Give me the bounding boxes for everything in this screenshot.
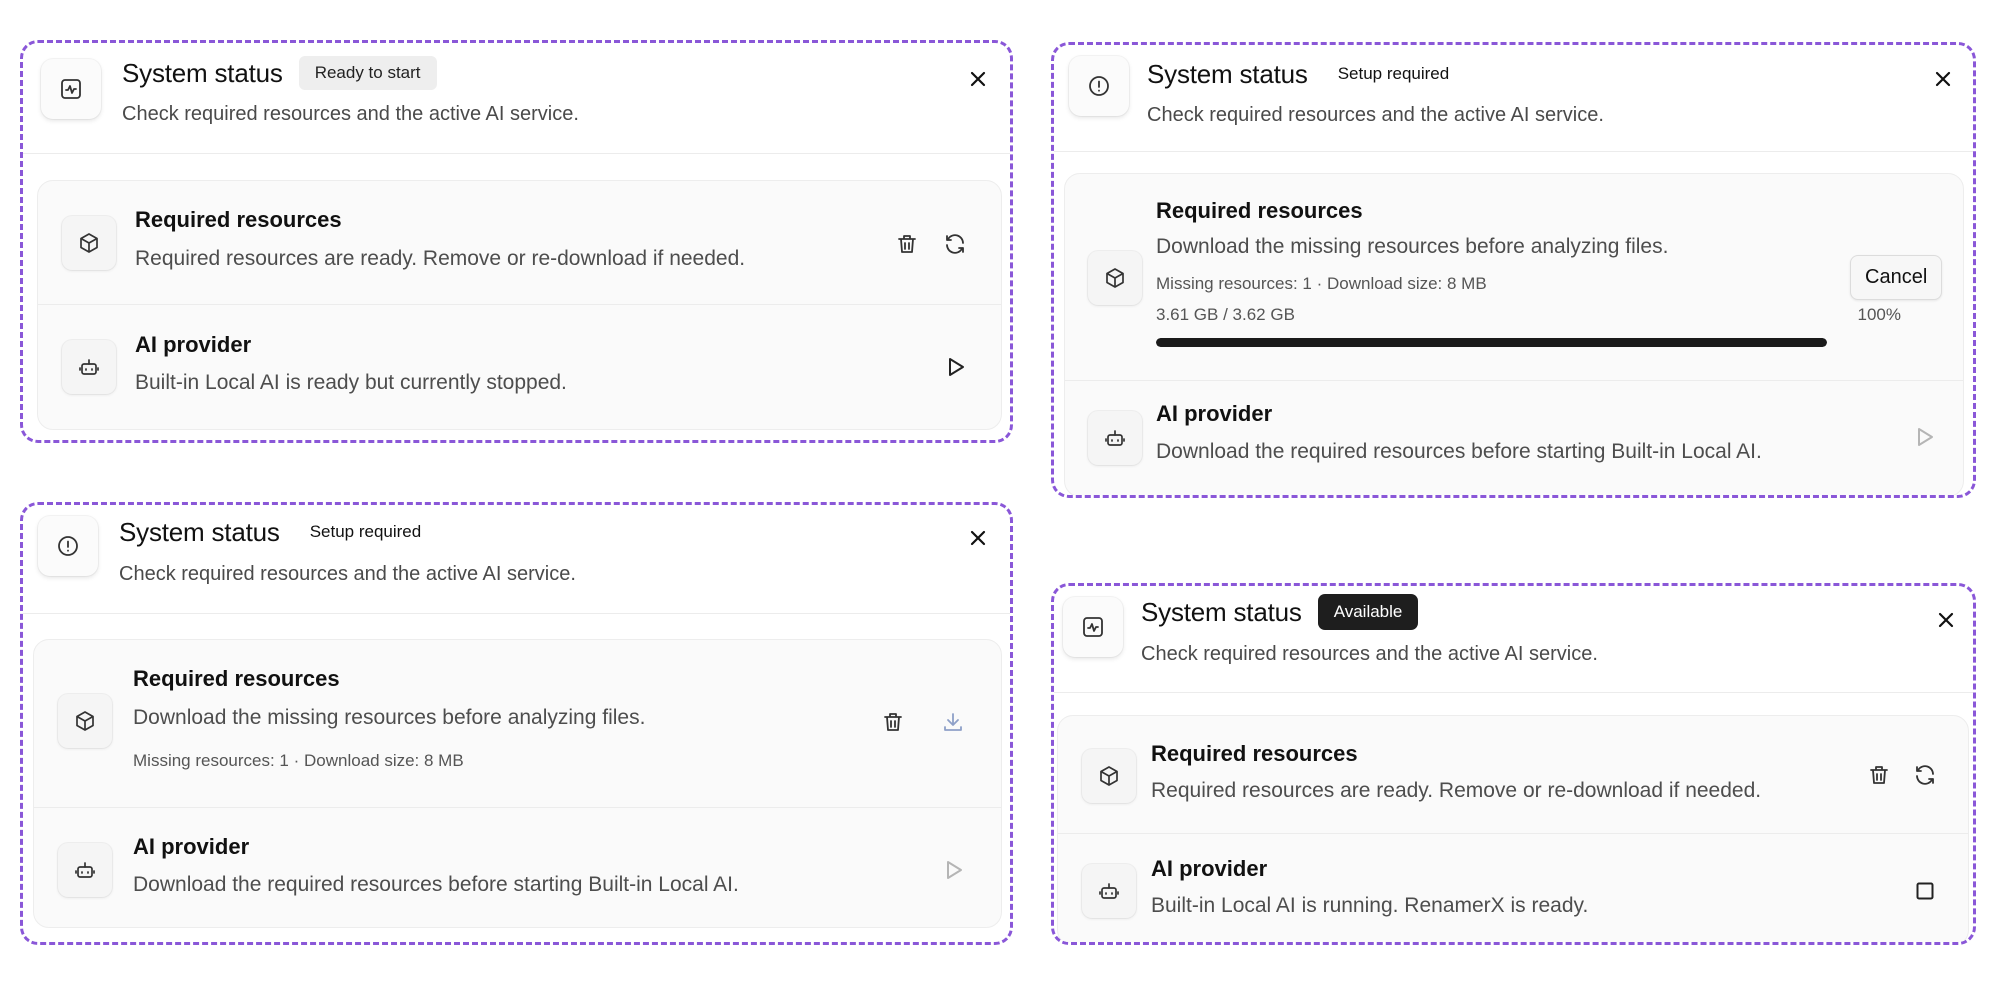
play-icon: [949, 358, 964, 376]
provider-description: Built-in Local AI is ready but currently…: [135, 371, 567, 394]
download-progress-text: 3.61 GB / 3.62 GB: [1156, 305, 1295, 324]
panel-subtitle: Check required resources and the active …: [119, 563, 576, 585]
panel-title: System status: [119, 516, 280, 547]
required-resources-row: Required resources Download the missing …: [34, 640, 1001, 807]
panel-subtitle: Check required resources and the active …: [1141, 643, 1598, 665]
close-icon: [1935, 71, 1951, 87]
panel-subtitle: Check required resources and the active …: [122, 103, 579, 125]
download-resources-button[interactable]: [937, 706, 969, 738]
stop-provider-button[interactable]: [1909, 875, 1941, 907]
bot-icon: [58, 843, 112, 897]
bot-icon: [1088, 411, 1142, 465]
panel-title: System status: [1147, 58, 1308, 89]
close-button[interactable]: [963, 64, 993, 94]
trash-icon: [1870, 766, 1888, 784]
start-provider-button-disabled[interactable]: [1908, 421, 1940, 453]
required-resources-row: Required resources Required resources ar…: [38, 181, 1001, 304]
alert-circle-icon: [38, 516, 98, 576]
start-provider-button-disabled[interactable]: [937, 854, 969, 886]
system-status-panel-available: System status Available Check required r…: [1051, 583, 1976, 945]
redownload-button[interactable]: [939, 228, 971, 260]
status-badge: Available: [1317, 594, 1419, 630]
ai-provider-row: AI provider Download the required resour…: [1065, 381, 1963, 495]
provider-title: AI provider: [133, 834, 250, 859]
trash-icon: [898, 235, 916, 253]
ai-provider-row: AI provider Built-in Local AI is running…: [1058, 834, 1968, 942]
status-card: Required resources Required resources ar…: [1057, 715, 1969, 942]
provider-title: AI provider: [135, 332, 252, 357]
start-provider-button[interactable]: [939, 351, 971, 383]
system-status-panel-setup: System status Setup required Check requi…: [20, 502, 1013, 945]
system-status-panel-downloading: System status Setup required Check requi…: [1051, 42, 1976, 498]
stop-icon: [1916, 882, 1934, 900]
close-button[interactable]: [1928, 64, 1958, 94]
package-icon: [1088, 251, 1142, 305]
close-button[interactable]: [1931, 605, 1961, 635]
progress-fill: [1156, 338, 1827, 347]
close-icon: [970, 530, 986, 546]
resources-title: Required resources: [133, 666, 340, 691]
package-icon: [1082, 749, 1136, 803]
delete-resources-button[interactable]: [891, 228, 923, 260]
download-progress-percent: 100%: [1857, 305, 1901, 324]
download-progress-bar: [1156, 338, 1827, 347]
panel-subtitle: Check required resources and the active …: [1147, 104, 1604, 126]
status-badge: Setup required: [309, 522, 422, 541]
activity-icon: [41, 59, 101, 119]
required-resources-row: Required resources Required resources ar…: [1058, 716, 1968, 833]
provider-description: Built-in Local AI is running. RenamerX i…: [1151, 894, 1589, 917]
status-card: Required resources Download the missing …: [1064, 173, 1964, 495]
trash-icon: [884, 713, 902, 731]
ai-provider-row: AI provider Built-in Local AI is ready b…: [38, 305, 1001, 429]
status-badge: Ready to start: [298, 56, 437, 90]
resources-description: Download the missing resources before an…: [1156, 235, 1669, 258]
play-icon: [947, 861, 962, 879]
bot-icon: [1082, 864, 1136, 918]
panel-title: System status: [122, 57, 283, 88]
resources-title: Required resources: [1151, 741, 1358, 766]
refresh-icon: [1916, 765, 1934, 785]
package-icon: [58, 694, 112, 748]
resources-description: Download the missing resources before an…: [133, 706, 646, 729]
refresh-icon: [946, 234, 964, 254]
download-icon: [944, 713, 962, 731]
cancel-download-button[interactable]: Cancel: [1850, 255, 1943, 300]
required-resources-row: Required resources Download the missing …: [1065, 174, 1963, 380]
delete-resources-button[interactable]: [877, 706, 909, 738]
provider-description: Download the required resources before s…: [1156, 440, 1762, 463]
delete-resources-button[interactable]: [1863, 759, 1895, 791]
close-button[interactable]: [963, 523, 993, 553]
resources-description: Required resources are ready. Remove or …: [135, 247, 746, 270]
play-icon: [1918, 428, 1933, 446]
close-icon: [970, 71, 986, 87]
bot-icon: [62, 340, 116, 394]
resources-title: Required resources: [135, 207, 342, 232]
alert-circle-icon: [1069, 56, 1129, 116]
provider-description: Download the required resources before s…: [133, 873, 739, 896]
status-card: Required resources Required resources ar…: [37, 180, 1002, 430]
provider-title: AI provider: [1151, 856, 1268, 881]
provider-title: AI provider: [1156, 401, 1273, 426]
status-card: Required resources Download the missing …: [33, 639, 1002, 928]
close-icon: [1938, 612, 1954, 628]
status-badge: Setup required: [1337, 64, 1450, 83]
activity-icon: [1063, 597, 1123, 657]
ai-provider-row: AI provider Download the required resour…: [34, 808, 1001, 933]
system-status-panel-ready: System status Ready to start Check requi…: [20, 40, 1013, 443]
missing-resources-info: Missing resources: 1 · Download size: 8 …: [1156, 274, 1487, 293]
panel-title: System status: [1141, 596, 1302, 627]
missing-resources-info: Missing resources: 1 · Download size: 8 …: [133, 751, 464, 770]
resources-description: Required resources are ready. Remove or …: [1151, 779, 1762, 802]
package-icon: [62, 216, 116, 270]
resources-title: Required resources: [1156, 198, 1363, 223]
redownload-button[interactable]: [1909, 759, 1941, 791]
